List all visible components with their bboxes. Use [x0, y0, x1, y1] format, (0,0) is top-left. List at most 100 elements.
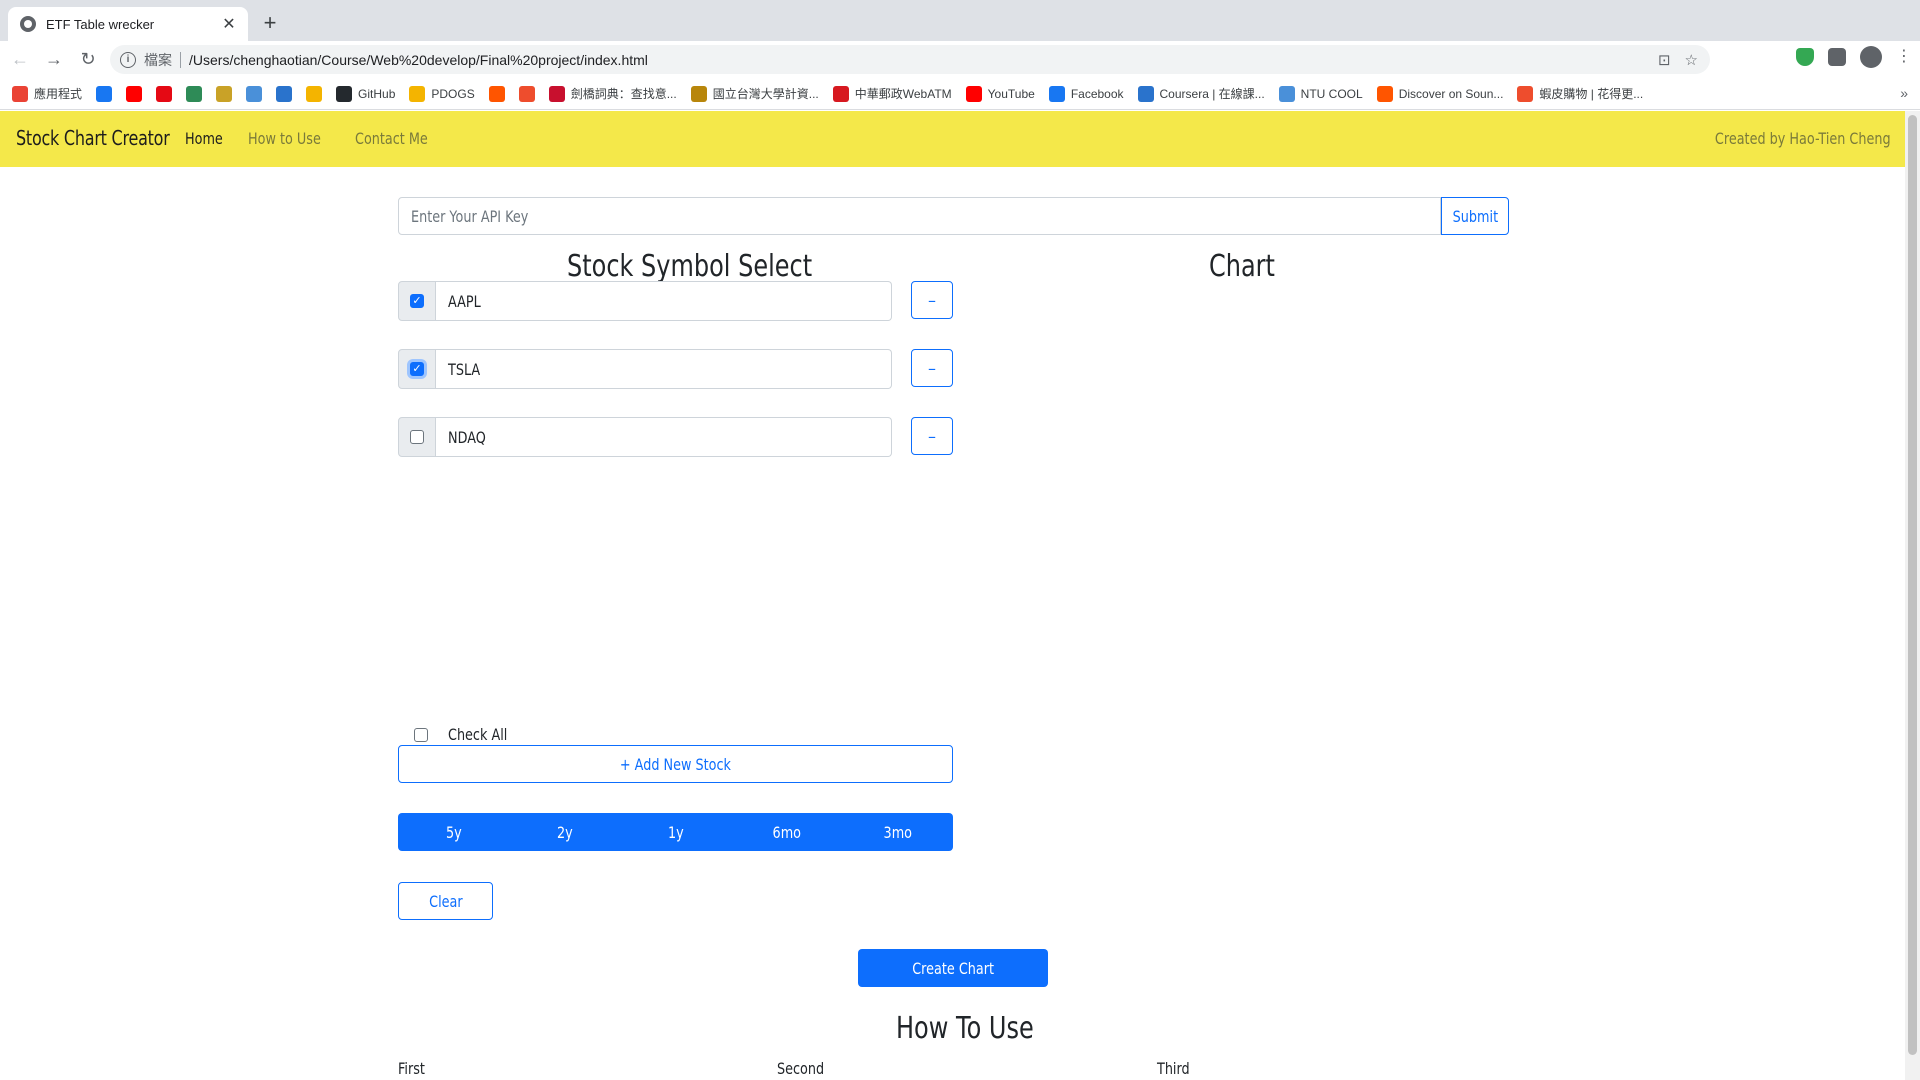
globe-icon: [20, 16, 36, 32]
scrollbar-thumb[interactable]: [1908, 115, 1917, 1055]
browser-tab[interactable]: ETF Table wrecker ✕: [8, 7, 248, 41]
bookmark-item[interactable]: [96, 85, 113, 102]
top-navbar: Stock Chart Creator Home How to Use Cont…: [0, 111, 1905, 167]
clear-button[interactable]: Clear: [398, 882, 493, 920]
bookmark-item[interactable]: 中華郵政WebATM: [832, 85, 952, 102]
stock-symbol-value: TSLA: [448, 359, 481, 379]
bookmark-item[interactable]: [518, 85, 535, 102]
bookmark-label: Facebook: [1070, 86, 1124, 101]
bookmark-label: YouTube: [987, 86, 1035, 101]
bookmark-label: PDOGS: [431, 86, 475, 101]
bookmark-label: Discover on Soun...: [1398, 86, 1504, 101]
nav-link-contact-me[interactable]: Contact Me: [355, 129, 428, 148]
bookmark-item[interactable]: GitHub: [336, 85, 396, 102]
stock-checkbox-cell: ✓: [398, 349, 436, 389]
bookmark-favicon-icon: [216, 85, 233, 102]
navbar-brand[interactable]: Stock Chart Creator: [16, 126, 170, 150]
bookmark-item[interactable]: [306, 85, 323, 102]
stock-symbol-value: NDAQ: [448, 427, 486, 447]
reload-icon[interactable]: ↻: [74, 46, 102, 74]
tab-title: ETF Table wrecker: [46, 16, 155, 32]
bookmark-favicon-icon: [518, 85, 535, 102]
page-scrollbar[interactable]: [1905, 111, 1920, 1080]
submit-button-label: Submit: [1452, 206, 1498, 226]
bookmark-item[interactable]: 蝦皮購物 | 花得更...: [1517, 85, 1643, 102]
stock-checkbox[interactable]: [410, 430, 424, 444]
stock-checkbox[interactable]: ✓: [410, 294, 424, 308]
bookmark-item[interactable]: YouTube: [965, 85, 1035, 102]
add-new-stock-label: + Add New Stock: [619, 754, 732, 774]
api-key-input[interactable]: Enter Your API Key: [398, 197, 1441, 235]
period-label: 2y: [556, 822, 573, 842]
bookmark-favicon-icon: [832, 85, 849, 102]
bookmark-favicon-icon: [186, 85, 203, 102]
stock-symbol-input[interactable]: AAPL: [436, 281, 892, 321]
bookmark-item[interactable]: [246, 85, 263, 102]
bookmark-item[interactable]: 國立台灣大學計資...: [690, 85, 819, 102]
stock-row: ✓ TSLA –: [398, 349, 953, 389]
bookmark-label: 劍橋詞典：查找意...: [570, 87, 677, 101]
bookmark-item[interactable]: [488, 85, 505, 102]
api-key-form: Enter Your API Key Submit: [398, 197, 1509, 235]
shield-extension-icon[interactable]: [1796, 48, 1814, 66]
stock-symbol-input[interactable]: TSLA: [436, 349, 892, 389]
extensions-puzzle-icon[interactable]: [1828, 48, 1846, 66]
bookmark-item[interactable]: PDOGS: [409, 85, 475, 102]
url-text[interactable]: /Users/chenghaotian/Course/Web%20develop…: [189, 52, 648, 68]
bookmark-favicon-icon: [276, 85, 293, 102]
translate-icon[interactable]: ⊡: [1658, 51, 1671, 69]
stock-input-group: NDAQ: [398, 417, 892, 457]
bookmark-favicon-icon: [965, 85, 982, 102]
bookmark-item[interactable]: [216, 85, 233, 102]
bookmark-star-icon[interactable]: ☆: [1685, 51, 1698, 69]
step-third: Third: [1157, 1059, 1190, 1078]
bookmark-label: GitHub: [358, 86, 396, 101]
bookmark-item[interactable]: Coursera | 在線課...: [1137, 85, 1265, 102]
check-all-checkbox[interactable]: [414, 727, 428, 742]
submit-button[interactable]: Submit: [1441, 197, 1509, 235]
stock-checkbox[interactable]: ✓: [410, 362, 424, 376]
bookmark-item[interactable]: [156, 85, 173, 102]
nav-link-home[interactable]: Home: [185, 129, 223, 148]
period-button-3mo[interactable]: 3mo: [842, 813, 953, 851]
forward-icon[interactable]: →: [40, 46, 68, 74]
bookmark-item[interactable]: 劍橋詞典：查找意...: [548, 85, 677, 102]
bookmark-item[interactable]: [126, 85, 143, 102]
bookmark-favicon-icon: [690, 85, 707, 102]
nav-link-how-to-use[interactable]: How to Use: [248, 129, 321, 148]
bookmark-label: 國立台灣大學計資...: [712, 87, 819, 101]
close-tab-icon[interactable]: ✕: [220, 14, 238, 34]
remove-stock-button[interactable]: –: [911, 349, 953, 387]
bookmark-favicon-icon: [488, 85, 505, 102]
browser-menu-icon[interactable]: ⋮: [1896, 48, 1912, 66]
bookmark-item[interactable]: [186, 85, 203, 102]
check-all-label[interactable]: Check All: [448, 725, 507, 744]
bookmark-item[interactable]: [276, 85, 293, 102]
bookmark-favicon-icon: [409, 85, 426, 102]
new-tab-icon[interactable]: +: [258, 12, 282, 34]
create-chart-button[interactable]: Create Chart: [858, 949, 1048, 987]
bookmark-item[interactable]: NTU COOL: [1278, 85, 1363, 102]
bookmark-item[interactable]: Discover on Soun...: [1376, 85, 1504, 102]
address-bar[interactable]: i 檔案 /Users/chenghaotian/Course/Web%20de…: [110, 45, 1710, 74]
bookmark-item[interactable]: Facebook: [1048, 85, 1124, 102]
profile-avatar-icon[interactable]: [1860, 46, 1882, 68]
period-button-6mo[interactable]: 6mo: [731, 813, 842, 851]
browser-tab-strip: ETF Table wrecker ✕ +: [0, 0, 1920, 41]
bookmark-label: NTU COOL: [1300, 86, 1363, 101]
step-second: Second: [777, 1059, 825, 1078]
remove-stock-button[interactable]: –: [911, 417, 953, 455]
period-button-1y[interactable]: 1y: [620, 813, 731, 851]
period-button-2y[interactable]: 2y: [509, 813, 620, 851]
bookmark-favicon-icon: [1137, 85, 1154, 102]
remove-stock-button[interactable]: –: [911, 281, 953, 319]
bookmark-favicon-icon: [1048, 85, 1065, 102]
back-icon[interactable]: ←: [6, 46, 34, 74]
chart-heading: Chart: [1209, 249, 1275, 284]
add-new-stock-button[interactable]: + Add New Stock: [398, 745, 953, 783]
bookmarks-overflow-icon[interactable]: »: [1900, 85, 1908, 101]
stock-symbol-input[interactable]: NDAQ: [436, 417, 892, 457]
info-icon[interactable]: i: [120, 51, 136, 68]
period-button-5y[interactable]: 5y: [398, 813, 509, 851]
bookmark-item[interactable]: 應用程式: [12, 85, 82, 102]
